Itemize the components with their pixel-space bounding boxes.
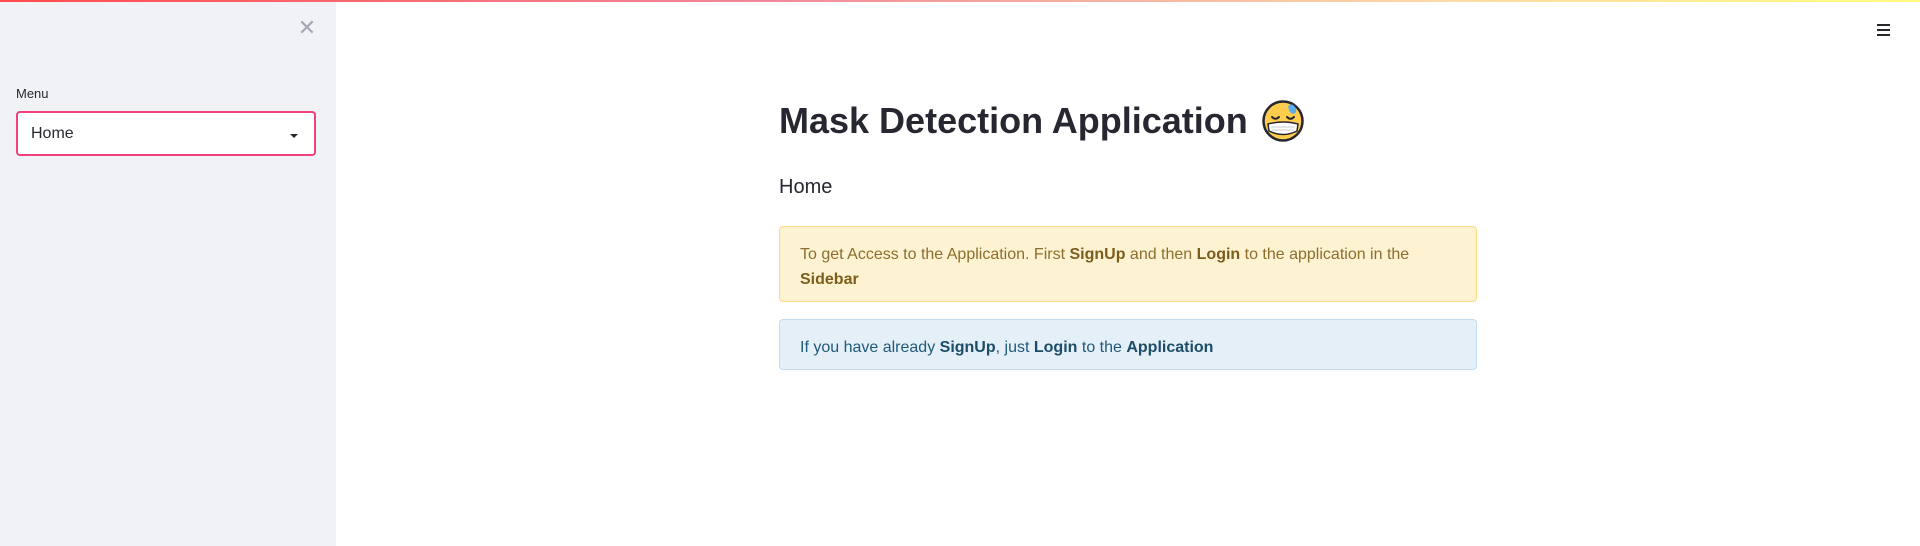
alert-bold-text: Login xyxy=(1196,246,1241,263)
alert-bold-text: Login xyxy=(1033,339,1078,356)
alert-text: and then xyxy=(1125,246,1197,263)
close-icon[interactable]: ✕ xyxy=(296,17,318,39)
info-alert: If you have already SignUp, just Login t… xyxy=(779,319,1477,370)
face-with-mask-emoji-icon xyxy=(1262,100,1304,142)
alert-bold-text: SignUp xyxy=(939,339,996,356)
top-decoration-bar xyxy=(0,0,1920,2)
alert-text: To get Access to the Application. First xyxy=(800,246,1070,263)
page-title-text: Mask Detection Application xyxy=(779,100,1248,141)
menu-select-value: Home xyxy=(31,125,74,142)
page-title: Mask Detection Application xyxy=(779,100,1304,142)
alert-text: to the application in the xyxy=(1240,246,1410,263)
alert-bold-text: Sidebar xyxy=(800,271,859,288)
chevron-down-icon xyxy=(290,134,298,138)
subheader: Home xyxy=(779,176,833,198)
alert-bold-text: SignUp xyxy=(1069,246,1126,263)
warning-alert: To get Access to the Application. First … xyxy=(779,226,1477,302)
alert-text: , just xyxy=(995,339,1034,356)
hamburger-menu-icon[interactable] xyxy=(1875,20,1893,40)
alert-text: If you have already xyxy=(800,339,940,356)
menu-label: Menu xyxy=(16,86,49,101)
menu-select[interactable]: Home xyxy=(16,111,316,156)
sidebar: ✕ Menu Home xyxy=(0,0,336,546)
alert-text: to the xyxy=(1077,339,1127,356)
alert-bold-text: Application xyxy=(1126,339,1214,356)
